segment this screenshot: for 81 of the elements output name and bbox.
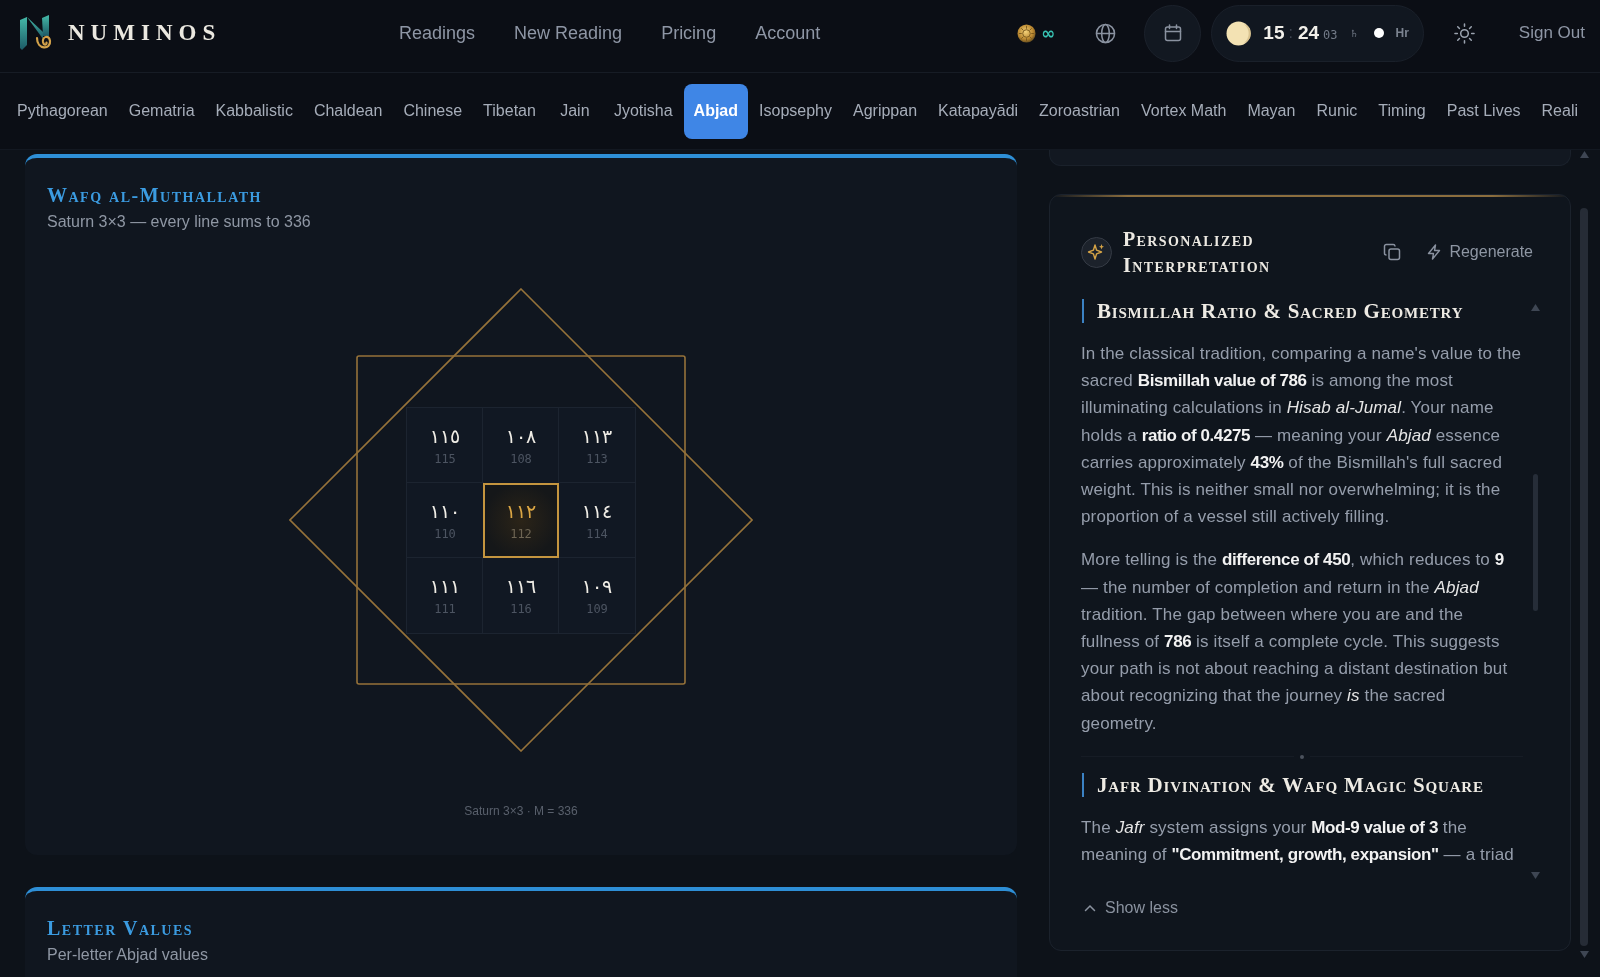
logo-icon (18, 15, 52, 51)
cell-number: 111 (434, 601, 456, 616)
cell-number: 108 (510, 451, 532, 466)
tab[interactable]: Timing (1368, 83, 1436, 139)
arabic-numeral: ١١٦ (505, 574, 537, 597)
panel-title: Personalized Interpretation (1123, 227, 1272, 278)
arabic-numeral: ١١٥ (429, 424, 461, 447)
caret-up-icon[interactable] (1531, 304, 1540, 311)
caret-down-icon[interactable] (1531, 872, 1540, 879)
nav-link[interactable]: Pricing (661, 22, 717, 44)
card-subtitle: Per-letter Abjad values (47, 945, 208, 965)
dot-icon (1373, 28, 1384, 38)
cell-number: 112 (510, 526, 532, 541)
scrollbar-thumb[interactable] (1580, 208, 1588, 946)
arabic-numeral: ١١٤ (581, 499, 613, 522)
cell-number: 116 (510, 601, 532, 616)
cell-number: 114 (586, 526, 608, 541)
tab[interactable]: Tibetan (473, 83, 546, 139)
caret-down-icon[interactable] (1579, 951, 1589, 958)
tab[interactable]: Zoroastrian (1029, 83, 1130, 139)
section-heading: Jafr Divination & Wafq Magic Square (1082, 772, 1523, 797)
cell-number: 113 (586, 451, 608, 466)
chevron-up-icon (1084, 904, 1096, 912)
nav-link[interactable]: Account (755, 22, 821, 44)
credits-count: ∞ (1041, 23, 1056, 43)
nav-link[interactable]: Readings (399, 22, 476, 44)
lightning-icon (1427, 244, 1442, 260)
paragraph: In the classical tradition, comparing a name's value to the sacred Bismillah value of 786 is among the most illuminating calculations in Hisab al-Jumal. Your name holds a ratio of 0.4275 — meaning your Abjad essence carries approximately 43% of the Bismillah's full sacred weight. This is neither small nor overwhelming; it is the proportion of a vessel still actively filling. (1081, 343, 1523, 529)
globe-icon[interactable] (1095, 22, 1117, 44)
nav-link[interactable]: New Reading (514, 22, 623, 44)
tab[interactable]: Pythagorean (7, 83, 118, 139)
arabic-numeral: ١١٣ (581, 424, 613, 447)
hour-label: Hr (1395, 26, 1409, 40)
tab[interactable]: Abjad (683, 83, 749, 139)
cell-number: 110 (434, 526, 456, 541)
calendar-icon (1163, 24, 1182, 42)
planet-symbol: ♄ (1349, 27, 1359, 39)
tab[interactable]: Chaldean (303, 83, 393, 139)
cell-number: 109 (586, 601, 608, 616)
tab[interactable]: Reali (1531, 83, 1589, 139)
sun-icon[interactable] (1453, 22, 1475, 44)
paragraph: More telling is the difference of 450, which reduces to 9 — the number of completion and return in the Abjad tradition. The gap between where you are and the fullness of 786 is itself a complete cycle. This suggests your path is not about reaching a distant destination but about recognizing that the journey is the sacred geometry. (1081, 549, 1509, 735)
tab[interactable]: Past Lives (1436, 83, 1531, 139)
dot-icon (1300, 754, 1304, 759)
arabic-numeral: ١١٠ (429, 499, 461, 522)
copy-icon (1383, 243, 1402, 261)
clock-minutes: 24 (1297, 22, 1320, 44)
regenerate-button[interactable]: Regenerate (1427, 243, 1533, 261)
tab[interactable]: Chinese (393, 83, 473, 139)
arabic-numeral: ١٠٨ (505, 424, 537, 447)
paragraph: The Jafr system assigns your Mod-9 value of 3 the meaning of "Commitment, growth, expansion" — a triad (1081, 816, 1515, 867)
cell-number: 115 (434, 451, 456, 466)
arabic-numeral: ١٠٩ (581, 574, 613, 597)
tab[interactable]: Isopsephy (749, 83, 842, 139)
card-title: Letter Values (47, 917, 194, 939)
tab[interactable]: Jyotisha (603, 83, 683, 139)
moon-icon (1226, 20, 1252, 46)
sign-out-link[interactable]: Sign Out (1518, 23, 1585, 43)
sparkle-icon (1081, 236, 1112, 268)
clock-separator: : (1288, 24, 1293, 42)
arabic-numeral: ١١٢ (505, 499, 537, 522)
show-less-button[interactable]: Show less (1081, 899, 1178, 917)
tab[interactable]: Kabbalistic (205, 83, 303, 139)
clock-hours: 15 (1263, 22, 1285, 44)
card-subtitle: Saturn 3×3 — every line sums to 336 (47, 212, 311, 232)
tab[interactable]: Jain (546, 83, 603, 139)
tab[interactable]: Gematria (118, 83, 205, 139)
scrollbar-thumb[interactable] (1533, 474, 1538, 611)
diagram-caption: Saturn 3×3 · M = 336 (464, 804, 578, 818)
tab[interactable]: Mayan (1237, 83, 1306, 139)
tab[interactable]: Katapayādi (928, 83, 1029, 139)
copy-button[interactable] (1383, 243, 1402, 261)
tab[interactable]: Runic (1306, 83, 1368, 139)
tab[interactable]: Agrippan (843, 83, 928, 139)
arabic-numeral: ١١١ (429, 574, 461, 597)
clock-seconds: 03 (1323, 27, 1338, 42)
tab[interactable]: Vortex Math (1131, 83, 1237, 139)
brand-name: NUMINOS (68, 20, 222, 46)
card-title: Wafq al-Muthallath (47, 184, 262, 206)
section-heading: Bismillah Ratio & Sacred Geometry (1082, 299, 1523, 323)
medallion-icon (1017, 23, 1037, 43)
